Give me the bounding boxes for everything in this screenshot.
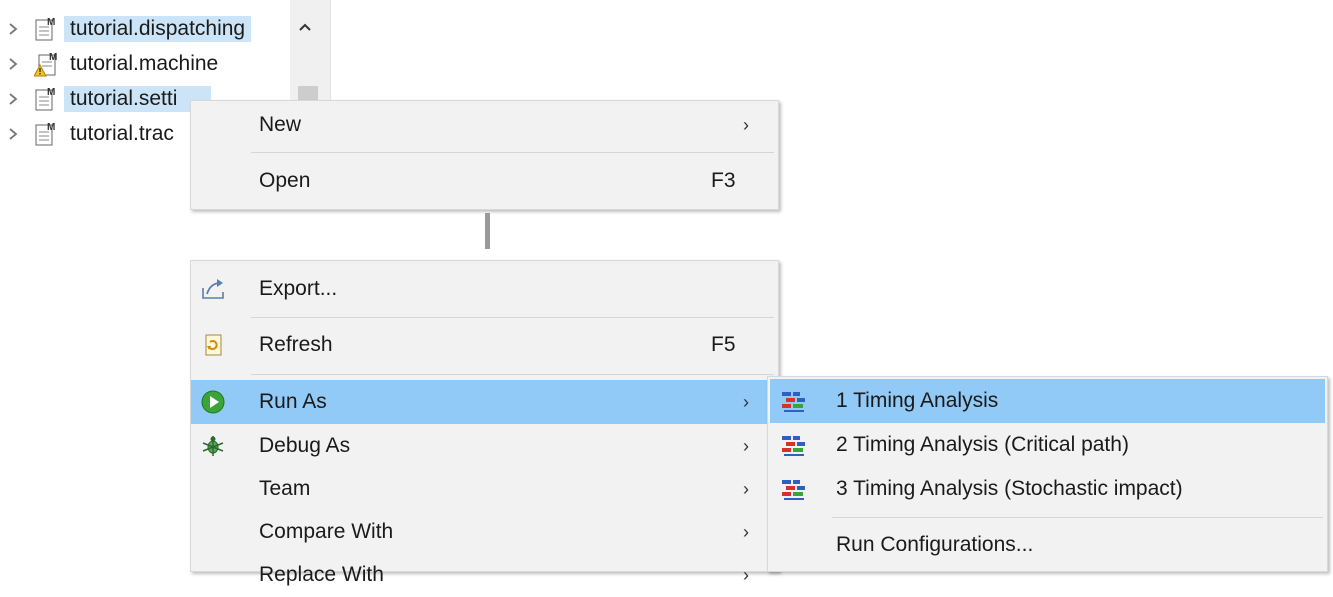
submenu-item-label: Run Configurations...: [836, 533, 1034, 556]
model-file-icon: M: [34, 121, 58, 147]
tree-item-dispatching[interactable]: M tutorial.dispatching: [0, 13, 290, 45]
menu-separator: [832, 517, 1323, 518]
bug-icon: [201, 434, 225, 458]
menu-item-open[interactable]: Open F3: [191, 159, 778, 203]
menu-item-team[interactable]: Team ›: [191, 467, 778, 511]
svg-text:M: M: [49, 52, 57, 63]
model-file-warning-icon: M: [33, 51, 58, 77]
menu-item-label: Run As: [259, 390, 327, 413]
submenu-item-label: 3 Timing Analysis (Stochastic impact): [836, 477, 1183, 500]
tree-item-label: tutorial.machine: [70, 52, 219, 75]
submenu-item-label: 2 Timing Analysis (Critical path): [836, 433, 1129, 456]
menu-separator: [251, 152, 774, 153]
svg-text:M: M: [47, 122, 55, 133]
submenu-item-timing-analysis-stochastic[interactable]: 3 Timing Analysis (Stochastic impact): [770, 467, 1325, 511]
menu-separator: [251, 317, 774, 318]
tree-item-trace[interactable]: M tutorial.trac: [0, 118, 190, 150]
timing-analysis-icon: [782, 391, 806, 413]
timing-analysis-icon: [782, 479, 806, 501]
run-icon: [201, 390, 225, 414]
model-file-icon: M: [34, 16, 58, 42]
scroll-thumb[interactable]: [298, 86, 318, 100]
submenu-arrow-icon: ›: [743, 392, 749, 412]
tree-item-label: tutorial.dispatching: [64, 16, 252, 42]
svg-text:M: M: [47, 17, 55, 28]
menu-item-label: Export...: [259, 277, 338, 300]
submenu-item-run-configurations[interactable]: Run Configurations...: [770, 523, 1325, 567]
menu-item-label: Replace With: [259, 563, 384, 586]
menu-item-label: Compare With: [259, 520, 394, 543]
timing-analysis-icon: [782, 435, 806, 457]
menu-item-run-as[interactable]: Run As ›: [191, 380, 778, 424]
submenu-arrow-icon: ›: [743, 436, 749, 456]
context-menu-top: New › Open F3: [190, 100, 779, 210]
model-file-icon: M: [34, 86, 58, 112]
menu-item-label: Open: [259, 169, 311, 192]
menu-item-label: Team: [259, 477, 311, 500]
chevron-right-icon[interactable]: [5, 118, 21, 150]
chevron-right-icon[interactable]: [5, 83, 21, 115]
shortcut-label: F3: [711, 169, 736, 192]
export-icon: [201, 277, 225, 301]
menu-separator: [251, 374, 774, 375]
chevron-right-icon[interactable]: [5, 48, 21, 80]
refresh-icon: [201, 333, 225, 357]
menu-item-new[interactable]: New ›: [191, 103, 778, 147]
submenu-item-timing-analysis-critical-path[interactable]: 2 Timing Analysis (Critical path): [770, 423, 1325, 467]
chevron-up-icon: [299, 23, 311, 31]
shortcut-label: F5: [711, 333, 736, 356]
menu-item-label: Refresh: [259, 333, 333, 356]
submenu-arrow-icon: ›: [743, 522, 749, 542]
tree-item-label: tutorial.trac: [70, 122, 174, 145]
submenu-item-label: 1 Timing Analysis: [836, 389, 999, 412]
chevron-right-icon[interactable]: [5, 13, 21, 45]
tree-item-settings[interactable]: M tutorial.setti: [0, 83, 212, 115]
submenu-arrow-icon: ›: [743, 115, 749, 135]
menu-item-compare-with[interactable]: Compare With ›: [191, 510, 778, 554]
menu-item-label: New: [259, 113, 302, 136]
menu-item-export[interactable]: Export...: [191, 267, 778, 311]
submenu-arrow-icon: ›: [743, 565, 749, 585]
menu-item-label: Debug As: [259, 434, 351, 457]
submenu-item-timing-analysis[interactable]: 1 Timing Analysis: [770, 379, 1325, 423]
scroll-up-button[interactable]: [290, 14, 320, 40]
svg-text:M: M: [47, 87, 55, 98]
submenu-arrow-icon: ›: [743, 479, 749, 499]
tree-item-machine[interactable]: M tutorial.machine: [0, 48, 290, 80]
menu-item-refresh[interactable]: Refresh F5: [191, 323, 778, 367]
text-cursor: [485, 213, 490, 249]
menu-item-replace-with[interactable]: Replace With ›: [191, 553, 778, 597]
run-as-submenu: 1 Timing Analysis 2 Timing Analysis (Cri…: [767, 376, 1328, 572]
context-menu-bottom: Export... Refresh F5 Run As › Debug As ›…: [190, 260, 779, 586]
menu-item-debug-as[interactable]: Debug As ›: [191, 424, 778, 468]
